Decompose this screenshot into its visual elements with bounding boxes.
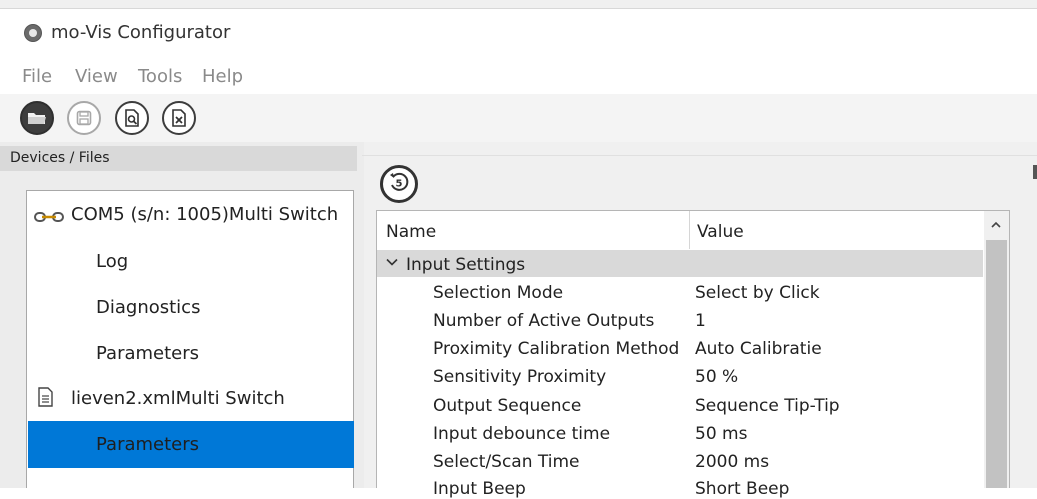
menu-tools[interactable]: Tools [138, 66, 182, 87]
panel-divider [362, 155, 1037, 156]
column-header-value[interactable]: Value [697, 222, 744, 242]
inspect-button[interactable] [115, 101, 149, 135]
tree-item-lieven2[interactable]: lieven2.xmlMulti Switch [71, 388, 285, 409]
menu-file[interactable]: File [22, 66, 52, 87]
devices-panel-header: Devices / Files [0, 146, 357, 171]
search-document-icon [124, 109, 140, 127]
property-name[interactable]: Selection Mode [433, 283, 563, 303]
property-value[interactable]: 50 ms [695, 424, 747, 444]
property-value[interactable]: 1 [695, 311, 706, 331]
document-icon [38, 387, 53, 407]
open-folder-icon [27, 110, 47, 126]
property-value[interactable]: Short Beep [695, 479, 789, 499]
panel-splitter[interactable] [364, 142, 372, 488]
close-file-button[interactable] [162, 101, 196, 135]
connection-icon [34, 208, 64, 222]
svg-text:5: 5 [396, 179, 403, 190]
window-title: mo-Vis Configurator [51, 22, 231, 43]
save-icon [76, 110, 92, 126]
property-value[interactable]: Select by Click [695, 283, 820, 303]
property-name[interactable]: Input Beep [433, 479, 526, 499]
property-name[interactable]: Number of Active Outputs [433, 311, 654, 331]
toolbar [0, 94, 1037, 142]
property-value[interactable]: 50 % [695, 367, 738, 387]
open-button[interactable] [20, 101, 54, 135]
property-value[interactable]: Auto Calibratie [695, 339, 822, 359]
tree-item-com5[interactable]: COM5 (s/n: 1005)Multi Switch [71, 204, 338, 225]
tree-item-diagnostics[interactable]: Diagnostics [96, 297, 200, 318]
property-name[interactable]: Output Sequence [433, 396, 581, 416]
app-logo-icon [24, 24, 42, 42]
devices-header-label: Devices / Files [10, 150, 110, 166]
menu-view[interactable]: View [75, 66, 118, 87]
edge-marker [1033, 165, 1037, 179]
property-grid-header [377, 211, 984, 249]
reload-button[interactable]: 5 [380, 165, 418, 203]
property-name[interactable]: Input debounce time [433, 424, 610, 444]
save-button[interactable] [67, 101, 101, 135]
close-document-icon [171, 109, 187, 127]
chevron-down-icon[interactable] [385, 254, 399, 268]
category-label: Input Settings [406, 255, 526, 275]
property-value[interactable]: 2000 ms [695, 452, 769, 472]
tree-item-log[interactable]: Log [96, 251, 128, 272]
window-top-border [0, 0, 1037, 9]
tree-item-parameters[interactable]: Parameters [96, 343, 199, 364]
scrollbar-thumb[interactable] [986, 240, 1007, 488]
property-name[interactable]: Select/Scan Time [433, 452, 580, 472]
column-separator[interactable] [689, 211, 690, 249]
property-name[interactable]: Sensitivity Proximity [433, 367, 606, 387]
scroll-up-icon[interactable] [988, 217, 1004, 233]
menu-help[interactable]: Help [202, 66, 243, 87]
property-value[interactable]: Sequence Tip-Tip [695, 396, 840, 416]
property-name[interactable]: Proximity Calibration Method [433, 339, 679, 359]
reload-icon: 5 [388, 171, 410, 197]
tree-item-parameters-selected[interactable]: Parameters [96, 434, 199, 455]
column-header-name[interactable]: Name [386, 222, 436, 242]
